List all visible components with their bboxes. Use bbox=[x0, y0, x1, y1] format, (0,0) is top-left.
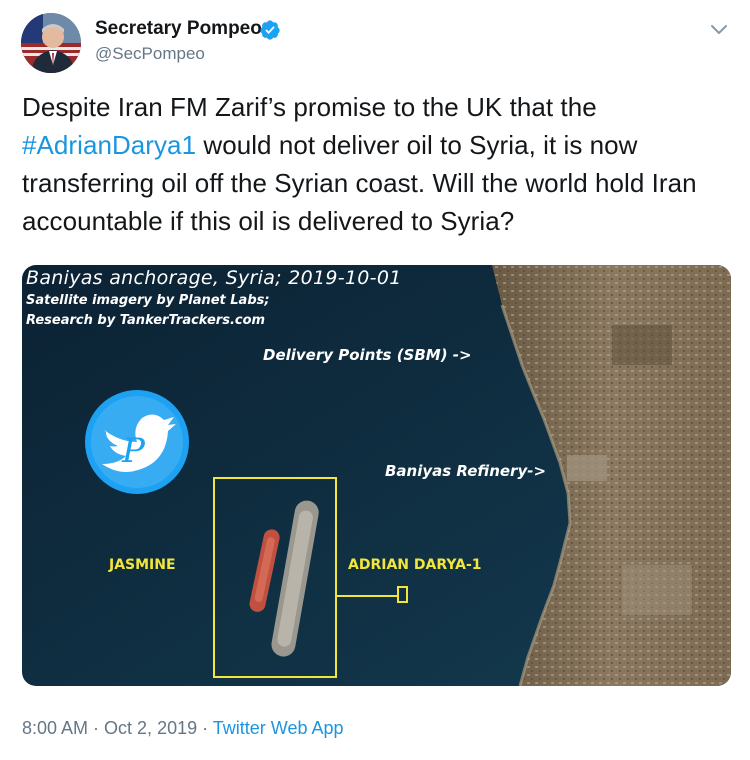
meta-separator: · bbox=[197, 718, 213, 738]
tweet-media-image[interactable]: P Baniyas anchorage, Syria; 2019-10-01 S… bbox=[22, 265, 731, 686]
twitter-bird-icon: P bbox=[85, 390, 189, 494]
tweet-date[interactable]: Oct 2, 2019 bbox=[104, 718, 197, 738]
hashtag-link[interactable]: #AdrianDarya1 bbox=[22, 130, 196, 160]
author-handle[interactable]: @SecPompeo bbox=[95, 44, 205, 64]
svg-text:P: P bbox=[121, 431, 146, 471]
avatar[interactable] bbox=[21, 13, 81, 73]
media-delivery-points-label: Delivery Points (SBM) -> bbox=[263, 346, 472, 364]
tweet-meta: 8:00 AM · Oct 2, 2019 · Twitter Web App bbox=[22, 718, 344, 739]
tweet-card: Secretary Pompeo @SecPompeo Despite Iran… bbox=[0, 0, 750, 760]
verified-badge-icon bbox=[259, 19, 281, 41]
meta-separator: · bbox=[88, 718, 105, 738]
tweet-time[interactable]: 8:00 AM bbox=[22, 718, 88, 738]
media-jasmine-label: JASMINE bbox=[109, 557, 176, 573]
chevron-down-icon[interactable] bbox=[706, 16, 732, 42]
author-name[interactable]: Secretary Pompeo bbox=[95, 18, 262, 40]
media-adrian-darya-label: ADRIAN DARYA-1 bbox=[348, 557, 482, 573]
media-refinery-label: Baniyas Refinery-> bbox=[385, 462, 547, 480]
media-credit-line1: Satellite imagery by Planet Labs; bbox=[26, 293, 270, 308]
tweet-text-part1: Despite Iran FM Zarif’s promise to the U… bbox=[22, 92, 597, 122]
tweet-source-link[interactable]: Twitter Web App bbox=[213, 718, 344, 738]
tweet-text: Despite Iran FM Zarif’s promise to the U… bbox=[22, 88, 732, 240]
media-credit-line2: Research by TankerTrackers.com bbox=[26, 313, 266, 328]
media-title-label: Baniyas anchorage, Syria; 2019-10-01 bbox=[26, 267, 402, 289]
